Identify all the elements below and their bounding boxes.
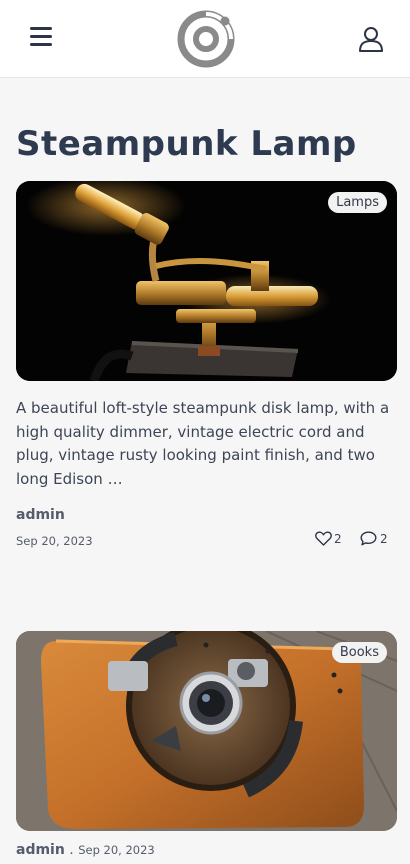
post-image-camera-book[interactable]: Books	[16, 631, 397, 831]
comment-icon	[360, 531, 377, 546]
post-author[interactable]: admin	[16, 842, 65, 858]
hamburger-menu-icon[interactable]	[30, 27, 54, 49]
like-button[interactable]: 2	[315, 531, 342, 546]
like-count: 2	[334, 531, 342, 546]
user-icon[interactable]	[357, 25, 385, 53]
meta-separator: .	[69, 842, 74, 858]
page-title: Steampunk Lamp	[16, 124, 357, 164]
post-meta: admin . Sep 20, 2023	[16, 842, 155, 858]
post-date: Sep 20, 2023	[16, 534, 93, 548]
category-tag[interactable]: Lamps	[328, 192, 387, 213]
comment-count: 2	[380, 531, 388, 546]
post-author[interactable]: admin	[16, 507, 65, 523]
category-tag[interactable]: Books	[331, 642, 387, 663]
ring-logo-icon[interactable]	[176, 9, 236, 69]
heart-icon	[315, 531, 332, 546]
post-excerpt: A beautiful loft-style steampunk disk la…	[16, 399, 390, 488]
comment-button[interactable]: 2	[360, 531, 388, 546]
post-image-steampunk-lamp[interactable]: Lamps	[16, 181, 397, 381]
post-date: Sep 20, 2023	[78, 843, 155, 857]
top-bar	[0, 0, 410, 78]
